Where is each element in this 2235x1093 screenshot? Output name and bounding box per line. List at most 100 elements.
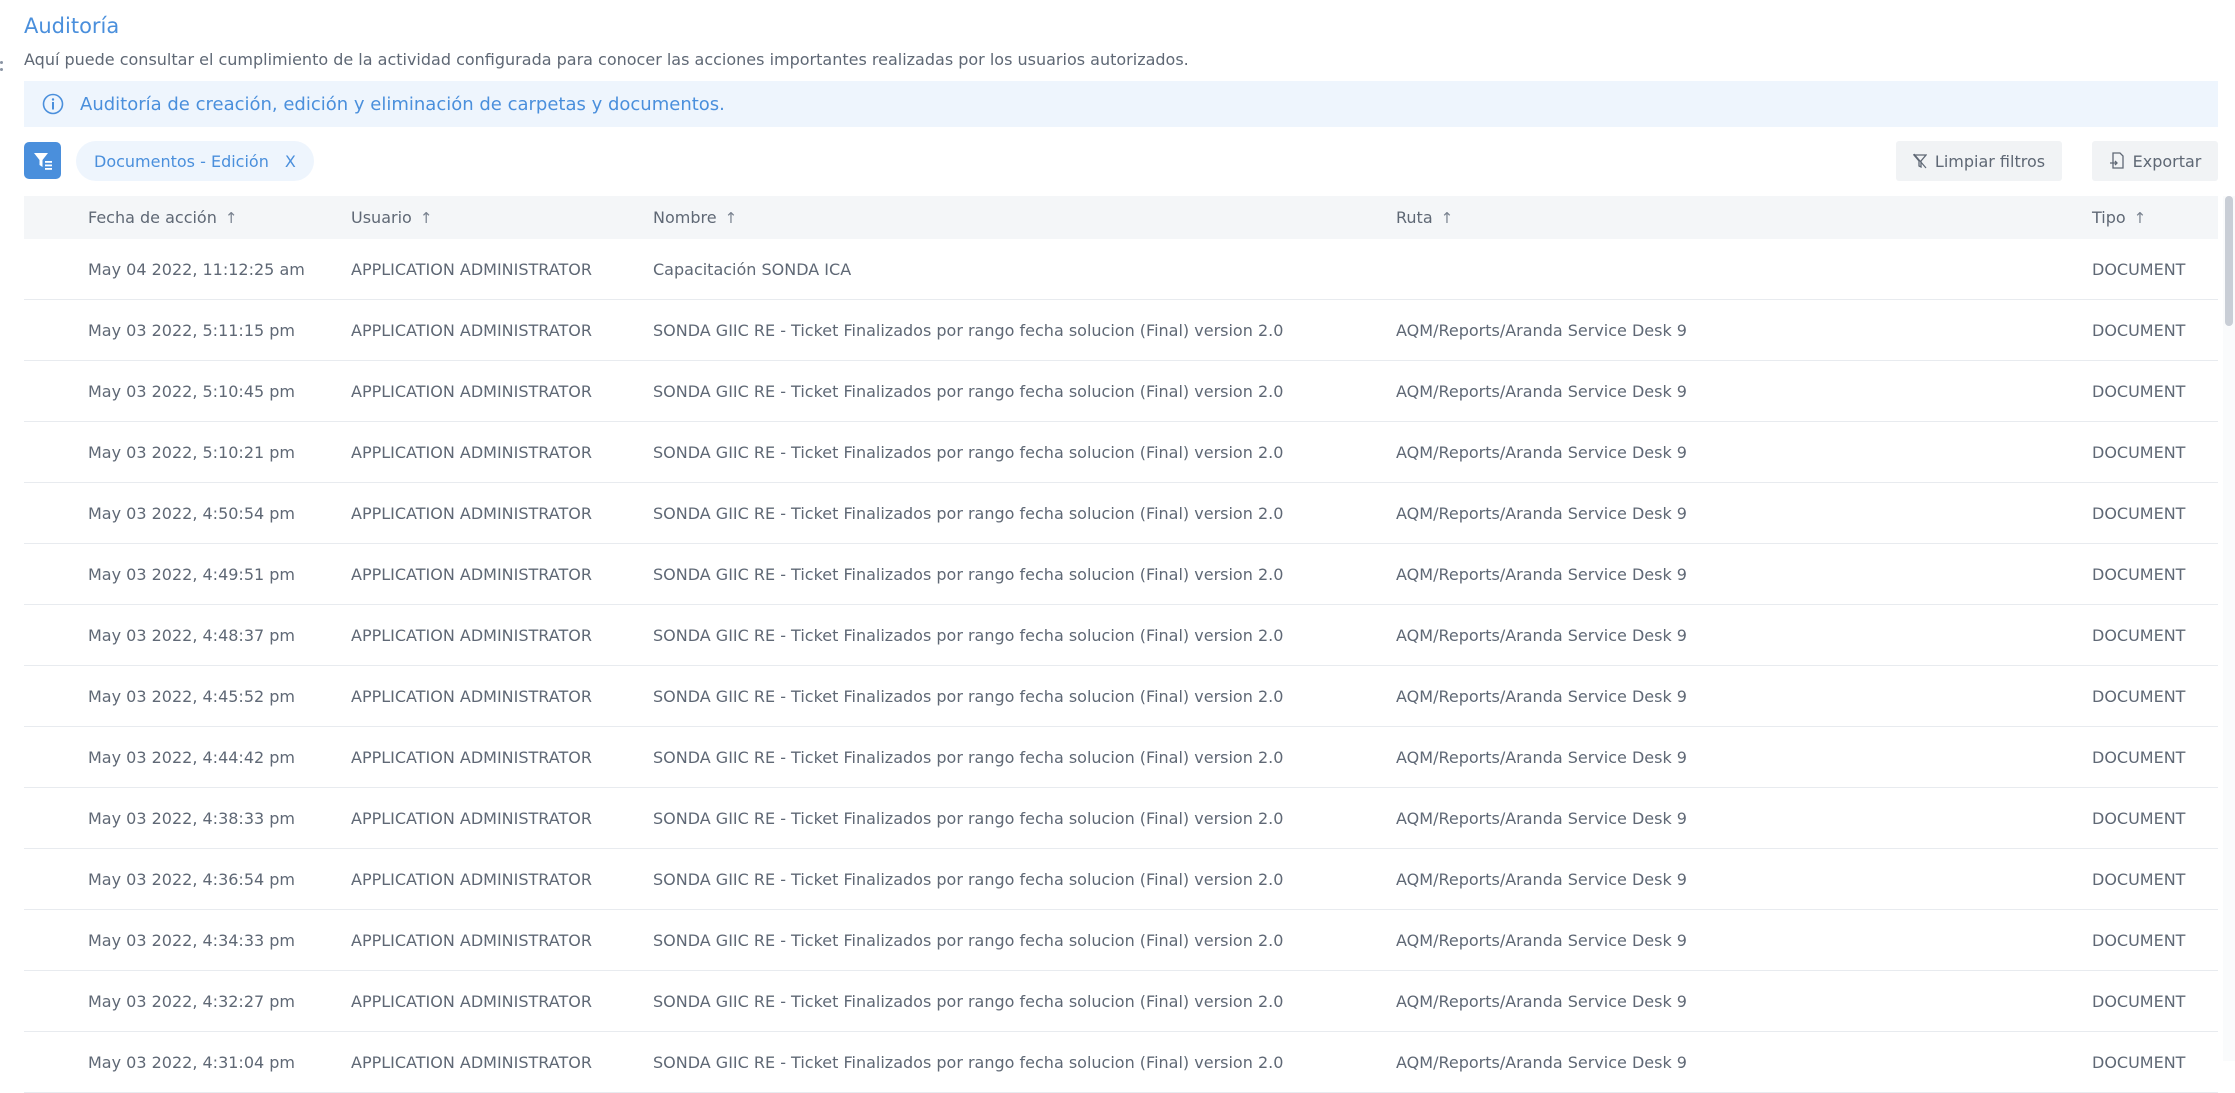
export-button[interactable]: Exportar <box>2092 141 2218 181</box>
cell-usuario: APPLICATION ADMINISTRATOR <box>351 869 592 889</box>
table-row[interactable]: May 03 2022, 4:32:27 pm APPLICATION ADMIN… <box>24 971 2218 1032</box>
scrollbar-thumb[interactable] <box>2225 196 2233 326</box>
cell-fecha: May 03 2022, 4:45:52 pm <box>88 686 296 706</box>
cell-tipo: DOCUMENT <box>2092 442 2186 462</box>
cell-nombre: SONDA GIIC RE - Ticket Finalizados por r… <box>653 442 1284 462</box>
table-row[interactable]: May 03 2022, 5:11:15 pm APPLICATION ADMIN… <box>24 300 2218 361</box>
cell-tipo: DOCUMENT <box>2092 1052 2186 1072</box>
cell-tipo: DOCUMENT <box>2092 564 2186 584</box>
cell-usuario: APPLICATION ADMINISTRATOR <box>351 564 592 584</box>
table-row[interactable]: May 03 2022, 4:34:33 pm APPLICATION ADMIN… <box>24 910 2218 971</box>
filter-list-icon <box>33 152 52 170</box>
cell-fecha: May 03 2022, 4:36:54 pm <box>88 869 296 889</box>
info-banner: Auditoría de creación, edición y elimina… <box>24 81 2218 127</box>
column-header-usuario[interactable]: Usuario ↑ <box>351 196 432 239</box>
funnel-clear-icon <box>1912 153 1927 169</box>
cell-fecha: May 03 2022, 4:48:37 pm <box>88 625 296 645</box>
cell-tipo: DOCUMENT <box>2092 381 2186 401</box>
cell-ruta: AQM/Reports/Aranda Service Desk 9 <box>1396 991 1687 1011</box>
column-header-ruta[interactable]: Ruta ↑ <box>1396 196 1453 239</box>
table-row[interactable]: May 03 2022, 4:49:51 pm APPLICATION ADMIN… <box>24 544 2218 605</box>
page-title: Auditoría <box>24 14 120 38</box>
cell-tipo: DOCUMENT <box>2092 869 2186 889</box>
filter-toolbar: Documentos - Edición X Limpiar filtros E… <box>24 140 2218 184</box>
table-row[interactable]: May 03 2022, 4:50:54 pm APPLICATION ADMIN… <box>24 483 2218 544</box>
table-scrollbar[interactable] <box>2223 196 2235 1061</box>
info-circle-icon <box>42 93 64 115</box>
cell-nombre: SONDA GIIC RE - Ticket Finalizados por r… <box>653 320 1284 340</box>
sort-arrow-icon: ↑ <box>1440 208 1454 227</box>
cell-usuario: APPLICATION ADMINISTRATOR <box>351 503 592 523</box>
cell-ruta: AQM/Reports/Aranda Service Desk 9 <box>1396 564 1687 584</box>
active-filter-chip: Documentos - Edición X <box>76 141 314 181</box>
sort-arrow-icon: ↑ <box>419 208 433 227</box>
column-header-tipo[interactable]: Tipo ↑ <box>2092 196 2146 239</box>
table-header: Fecha de acción ↑ Usuario ↑ Nombre ↑ Rut… <box>24 196 2218 239</box>
cell-nombre: SONDA GIIC RE - Ticket Finalizados por r… <box>653 503 1284 523</box>
remove-filter-button[interactable]: X <box>285 152 296 171</box>
cell-usuario: APPLICATION ADMINISTRATOR <box>351 1052 592 1072</box>
cell-ruta: AQM/Reports/Aranda Service Desk 9 <box>1396 930 1687 950</box>
collapse-handle[interactable] <box>0 55 6 77</box>
table-row[interactable]: May 03 2022, 4:45:52 pm APPLICATION ADMIN… <box>24 666 2218 727</box>
export-label: Exportar <box>2132 151 2202 171</box>
cell-ruta: AQM/Reports/Aranda Service Desk 9 <box>1396 1052 1687 1072</box>
cell-nombre: Capacitación SONDA ICA <box>653 259 852 279</box>
column-header-nombre[interactable]: Nombre ↑ <box>653 196 737 239</box>
cell-tipo: DOCUMENT <box>2092 747 2186 767</box>
table-row[interactable]: May 03 2022, 4:48:37 pm APPLICATION ADMIN… <box>24 605 2218 666</box>
cell-usuario: APPLICATION ADMINISTRATOR <box>351 442 592 462</box>
cell-nombre: SONDA GIIC RE - Ticket Finalizados por r… <box>653 1052 1284 1072</box>
cell-ruta: AQM/Reports/Aranda Service Desk 9 <box>1396 686 1687 706</box>
table-row[interactable]: May 03 2022, 4:36:54 pm APPLICATION ADMIN… <box>24 849 2218 910</box>
cell-tipo: DOCUMENT <box>2092 320 2186 340</box>
table-row[interactable]: May 03 2022, 4:38:33 pm APPLICATION ADMIN… <box>24 788 2218 849</box>
cell-nombre: SONDA GIIC RE - Ticket Finalizados por r… <box>653 564 1284 584</box>
cell-tipo: DOCUMENT <box>2092 686 2186 706</box>
column-header-fecha[interactable]: Fecha de acción ↑ <box>88 196 237 239</box>
cell-usuario: APPLICATION ADMINISTRATOR <box>351 625 592 645</box>
cell-fecha: May 03 2022, 5:10:45 pm <box>88 381 296 401</box>
table-row[interactable]: May 03 2022, 5:10:21 pm APPLICATION ADMIN… <box>24 422 2218 483</box>
cell-usuario: APPLICATION ADMINISTRATOR <box>351 991 592 1011</box>
table-row[interactable]: May 04 2022, 11:12:25 am APPLICATION ADMI… <box>24 239 2218 300</box>
cell-fecha: May 03 2022, 4:50:54 pm <box>88 503 296 523</box>
cell-nombre: SONDA GIIC RE - Ticket Finalizados por r… <box>653 381 1284 401</box>
cell-usuario: APPLICATION ADMINISTRATOR <box>351 930 592 950</box>
cell-usuario: APPLICATION ADMINISTRATOR <box>351 320 592 340</box>
table-row[interactable]: May 03 2022, 5:10:45 pm APPLICATION ADMIN… <box>24 361 2218 422</box>
file-export-icon <box>2109 152 2124 169</box>
clear-filters-button[interactable]: Limpiar filtros <box>1896 141 2062 181</box>
cell-nombre: SONDA GIIC RE - Ticket Finalizados por r… <box>653 747 1284 767</box>
cell-fecha: May 03 2022, 4:32:27 pm <box>88 991 296 1011</box>
cell-usuario: APPLICATION ADMINISTRATOR <box>351 686 592 706</box>
table-row[interactable]: May 03 2022, 4:44:42 pm APPLICATION ADMIN… <box>24 727 2218 788</box>
page-subtitle: Aquí puede consultar el cumplimiento de … <box>24 50 1189 69</box>
sort-arrow-icon: ↑ <box>2133 208 2147 227</box>
table-body: May 04 2022, 11:12:25 am APPLICATION ADMI… <box>24 239 2218 1093</box>
cell-ruta: AQM/Reports/Aranda Service Desk 9 <box>1396 808 1687 828</box>
cell-ruta: AQM/Reports/Aranda Service Desk 9 <box>1396 442 1687 462</box>
cell-fecha: May 03 2022, 4:38:33 pm <box>88 808 296 828</box>
sort-arrow-icon: ↑ <box>724 208 738 227</box>
cell-nombre: SONDA GIIC RE - Ticket Finalizados por r… <box>653 869 1284 889</box>
cell-usuario: APPLICATION ADMINISTRATOR <box>351 381 592 401</box>
cell-tipo: DOCUMENT <box>2092 503 2186 523</box>
audit-table: Fecha de acción ↑ Usuario ↑ Nombre ↑ Rut… <box>24 196 2218 1093</box>
info-banner-text: Auditoría de creación, edición y elimina… <box>80 93 725 115</box>
sort-arrow-icon: ↑ <box>224 208 238 227</box>
cell-fecha: May 03 2022, 4:49:51 pm <box>88 564 296 584</box>
filter-chip-label: Documentos - Edición <box>94 151 269 171</box>
cell-tipo: DOCUMENT <box>2092 625 2186 645</box>
cell-tipo: DOCUMENT <box>2092 991 2186 1011</box>
cell-fecha: May 03 2022, 5:10:21 pm <box>88 442 296 462</box>
table-row[interactable]: May 03 2022, 4:31:04 pm APPLICATION ADMIN… <box>24 1032 2218 1093</box>
filter-button[interactable] <box>24 142 61 179</box>
cell-nombre: SONDA GIIC RE - Ticket Finalizados por r… <box>653 625 1284 645</box>
cell-fecha: May 04 2022, 11:12:25 am <box>88 259 305 279</box>
cell-fecha: May 03 2022, 4:31:04 pm <box>88 1052 296 1072</box>
cell-fecha: May 03 2022, 4:44:42 pm <box>88 747 296 767</box>
cell-nombre: SONDA GIIC RE - Ticket Finalizados por r… <box>653 686 1284 706</box>
cell-ruta: AQM/Reports/Aranda Service Desk 9 <box>1396 320 1687 340</box>
clear-filters-label: Limpiar filtros <box>1934 151 2046 171</box>
